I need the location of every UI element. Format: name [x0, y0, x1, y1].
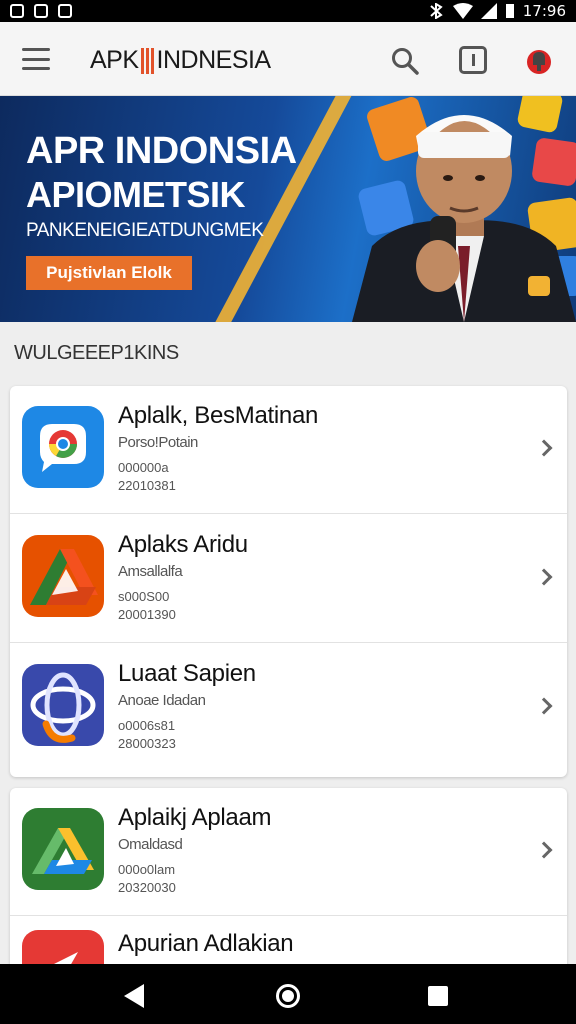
brand-logo: APK INDNESIA — [90, 46, 271, 75]
back-icon[interactable] — [124, 984, 144, 1008]
hamburger-menu-icon[interactable] — [22, 48, 50, 70]
drive-style-app-icon — [22, 535, 104, 617]
search-icon[interactable] — [390, 46, 420, 76]
promo-banner[interactable]: APR INDONSIA APIOMETSIK PANKENEIGIEATDUN… — [0, 96, 576, 322]
app-title: Aplaks Aridu — [118, 531, 248, 558]
recent-apps-icon[interactable] — [428, 986, 448, 1006]
chevron-right-icon — [535, 697, 553, 715]
battery-icon — [505, 4, 514, 18]
app-list-item[interactable]: Aplaikj Aplaam Omaldasd 000o0lam 2032003… — [10, 788, 567, 916]
bluetooth-off-icon — [430, 3, 443, 19]
app-meta-line1: 000o0lam — [118, 862, 176, 877]
app-title: Aplalk, BesMatinan — [118, 402, 319, 429]
notification-bell-icon[interactable] — [522, 44, 556, 78]
chevron-right-icon — [535, 841, 553, 859]
sim-icon — [10, 4, 24, 18]
info-icon[interactable] — [459, 46, 487, 74]
brand-text-right: INDNESIA — [156, 46, 272, 74]
app-subtitle: Amsallalfa — [118, 563, 183, 580]
banner-cta-button[interactable]: Pujstivlan Elolk — [26, 256, 192, 290]
triangle-app-icon — [22, 808, 104, 890]
chevron-right-icon — [535, 439, 553, 457]
app-meta-line2: 20320030 — [118, 880, 176, 895]
brand-mark-icon — [140, 47, 155, 74]
app-list-item[interactable]: Aplaks Aridu Amsallalfa s000S00 20001390 — [10, 515, 567, 643]
app-bar: APK INDNESIA — [0, 22, 576, 96]
brand-text-left: APK — [90, 46, 139, 74]
app-meta-line1: 000000a — [118, 460, 169, 475]
banner-person-image — [352, 115, 576, 322]
app-subtitle: Porso!Potain — [118, 434, 198, 451]
banner-title-line2: APIOMETSIK — [26, 174, 246, 215]
app-meta-line2: 22010381 — [118, 478, 176, 493]
status-right-icons: 17:96 — [427, 2, 566, 20]
app-list-item[interactable]: Luaat Sapien Anoae Idadan o0006s81 28000… — [10, 644, 567, 772]
status-left-icons — [10, 4, 72, 18]
storage-icon — [34, 4, 48, 18]
wifi-icon — [452, 3, 473, 19]
app-meta-line2: 20001390 — [118, 607, 176, 622]
status-time: 17:96 — [522, 2, 566, 20]
chrome-style-app-icon — [22, 406, 104, 488]
section-title: WULGEEEP1KINS — [14, 342, 179, 364]
banner-title-line1: APR INDONSIA — [26, 130, 297, 172]
app-subtitle: Anoae Idadan — [118, 692, 206, 709]
app-list-item[interactable]: Aplalk, BesMatinan Porso!Potain 000000a … — [10, 386, 567, 514]
banner-subtitle: PANKENEIGIEATDUNGMEK — [26, 220, 264, 241]
chevron-right-icon — [535, 568, 553, 586]
app-subtitle: Omaldasd — [118, 836, 183, 853]
app-list-card: Aplaikj Aplaam Omaldasd 000o0lam 2032003… — [10, 788, 567, 1012]
app-meta-line1: s000S00 — [118, 589, 170, 604]
app-list-card: Aplalk, BesMatinan Porso!Potain 000000a … — [10, 386, 567, 777]
app-title: Luaat Sapien — [118, 660, 256, 687]
system-navigation-bar — [0, 964, 576, 1024]
app-meta-line2: 28000323 — [118, 736, 176, 751]
app-meta-line1: o0006s81 — [118, 718, 176, 733]
status-bar: 17:96 — [0, 0, 576, 22]
app-title: Aplaikj Aplaam — [118, 804, 272, 831]
home-icon[interactable] — [276, 984, 300, 1008]
app-title: Apurian Adlakian — [118, 930, 294, 957]
signal-icon — [480, 3, 497, 19]
image-notification-icon — [58, 4, 72, 18]
orbit-app-icon — [22, 664, 104, 746]
